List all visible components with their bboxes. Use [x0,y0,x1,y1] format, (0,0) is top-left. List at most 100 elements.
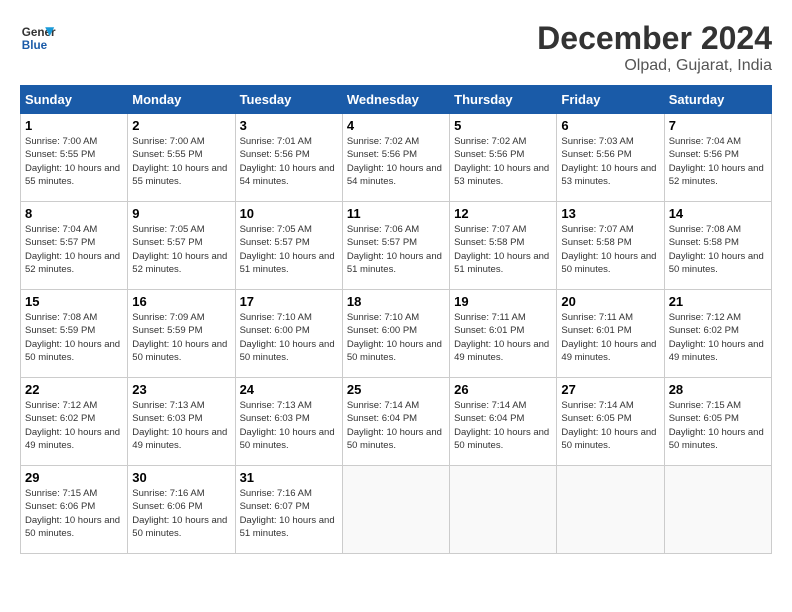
svg-text:Blue: Blue [22,39,48,52]
day-number: 28 [669,382,767,397]
day-number: 22 [25,382,123,397]
calendar-cell: 11 Sunrise: 7:06 AMSunset: 5:57 PMDayligh… [342,202,449,290]
header-saturday: Saturday [664,86,771,114]
day-number: 1 [25,118,123,133]
day-info: Sunrise: 7:04 AMSunset: 5:56 PMDaylight:… [669,135,767,188]
day-number: 12 [454,206,552,221]
calendar-cell: 26 Sunrise: 7:14 AMSunset: 6:04 PMDayligh… [450,378,557,466]
day-info: Sunrise: 7:07 AMSunset: 5:58 PMDaylight:… [454,223,552,276]
day-info: Sunrise: 7:13 AMSunset: 6:03 PMDaylight:… [240,399,338,452]
month-title: December 2024 [537,20,772,57]
calendar-cell: 24Sunrise: 7:13 AMSunset: 6:03 PMDayligh… [235,378,342,466]
calendar-cell: 3 Sunrise: 7:01 AMSunset: 5:56 PMDaylight… [235,114,342,202]
day-number: 11 [347,206,445,221]
day-number: 25 [347,382,445,397]
page-header: General Blue December 2024 Olpad, Gujara… [20,20,772,75]
day-info: Sunrise: 7:16 AMSunset: 6:06 PMDaylight:… [132,487,230,540]
day-number: 30 [132,470,230,485]
calendar-week-row: 29 Sunrise: 7:15 AMSunset: 6:06 PMDayligh… [21,466,772,554]
day-number: 23 [132,382,230,397]
day-info: Sunrise: 7:02 AMSunset: 5:56 PMDaylight:… [347,135,445,188]
calendar-week-row: 8 Sunrise: 7:04 AMSunset: 5:57 PMDaylight… [21,202,772,290]
calendar-cell: 6Sunrise: 7:03 AMSunset: 5:56 PMDaylight… [557,114,664,202]
calendar-cell: 4 Sunrise: 7:02 AMSunset: 5:56 PMDaylight… [342,114,449,202]
day-info: Sunrise: 7:10 AMSunset: 6:00 PMDaylight:… [347,311,445,364]
day-number: 3 [240,118,338,133]
calendar-cell [664,466,771,554]
day-number: 31 [240,470,338,485]
day-number: 18 [347,294,445,309]
day-number: 20 [561,294,659,309]
calendar-cell: 25 Sunrise: 7:14 AMSunset: 6:04 PMDayligh… [342,378,449,466]
day-number: 4 [347,118,445,133]
day-number: 5 [454,118,552,133]
calendar-cell: 17 Sunrise: 7:10 AMSunset: 6:00 PMDayligh… [235,290,342,378]
calendar-week-row: 1 Sunrise: 7:00 AMSunset: 5:55 PMDaylight… [21,114,772,202]
calendar-cell: 2 Sunrise: 7:00 AMSunset: 5:55 PMDaylight… [128,114,235,202]
calendar-cell: 21 Sunrise: 7:12 AMSunset: 6:02 PMDayligh… [664,290,771,378]
day-info: Sunrise: 7:01 AMSunset: 5:56 PMDaylight:… [240,135,338,188]
header-friday: Friday [557,86,664,114]
day-info: Sunrise: 7:08 AMSunset: 5:59 PMDaylight:… [25,311,123,364]
calendar-cell: 28 Sunrise: 7:15 AMSunset: 6:05 PMDayligh… [664,378,771,466]
day-info: Sunrise: 7:14 AMSunset: 6:04 PMDaylight:… [454,399,552,452]
day-number: 29 [25,470,123,485]
day-number: 17 [240,294,338,309]
calendar-cell: 1 Sunrise: 7:00 AMSunset: 5:55 PMDaylight… [21,114,128,202]
logo: General Blue [20,20,56,56]
day-number: 10 [240,206,338,221]
calendar-cell: 5 Sunrise: 7:02 AMSunset: 5:56 PMDaylight… [450,114,557,202]
day-info: Sunrise: 7:14 AMSunset: 6:05 PMDaylight:… [561,399,659,452]
day-number: 7 [669,118,767,133]
day-info: Sunrise: 7:15 AMSunset: 6:05 PMDaylight:… [669,399,767,452]
calendar-table: Sunday Monday Tuesday Wednesday Thursday… [20,85,772,554]
weekday-header-row: Sunday Monday Tuesday Wednesday Thursday… [21,86,772,114]
calendar-cell: 23Sunrise: 7:13 AMSunset: 6:03 PMDayligh… [128,378,235,466]
calendar-cell: 30 Sunrise: 7:16 AMSunset: 6:06 PMDayligh… [128,466,235,554]
calendar-cell: 15Sunrise: 7:08 AMSunset: 5:59 PMDayligh… [21,290,128,378]
calendar-cell: 19Sunrise: 7:11 AMSunset: 6:01 PMDayligh… [450,290,557,378]
location: Olpad, Gujarat, India [537,57,772,75]
calendar-cell: 14 Sunrise: 7:08 AMSunset: 5:58 PMDayligh… [664,202,771,290]
logo-icon: General Blue [20,20,56,56]
calendar-cell: 16Sunrise: 7:09 AMSunset: 5:59 PMDayligh… [128,290,235,378]
day-info: Sunrise: 7:05 AMSunset: 5:57 PMDaylight:… [240,223,338,276]
day-info: Sunrise: 7:02 AMSunset: 5:56 PMDaylight:… [454,135,552,188]
day-number: 21 [669,294,767,309]
calendar-cell: 22Sunrise: 7:12 AMSunset: 6:02 PMDayligh… [21,378,128,466]
day-info: Sunrise: 7:12 AMSunset: 6:02 PMDaylight:… [669,311,767,364]
day-info: Sunrise: 7:15 AMSunset: 6:06 PMDaylight:… [25,487,123,540]
header-sunday: Sunday [21,86,128,114]
calendar-cell [557,466,664,554]
day-number: 8 [25,206,123,221]
calendar-cell [342,466,449,554]
title-block: December 2024 Olpad, Gujarat, India [537,20,772,75]
day-number: 14 [669,206,767,221]
header-thursday: Thursday [450,86,557,114]
day-info: Sunrise: 7:00 AMSunset: 5:55 PMDaylight:… [132,135,230,188]
day-info: Sunrise: 7:11 AMSunset: 6:01 PMDaylight:… [561,311,659,364]
day-info: Sunrise: 7:07 AMSunset: 5:58 PMDaylight:… [561,223,659,276]
header-wednesday: Wednesday [342,86,449,114]
calendar-cell: 9 Sunrise: 7:05 AMSunset: 5:57 PMDaylight… [128,202,235,290]
calendar-cell: 13Sunrise: 7:07 AMSunset: 5:58 PMDayligh… [557,202,664,290]
day-number: 19 [454,294,552,309]
day-info: Sunrise: 7:04 AMSunset: 5:57 PMDaylight:… [25,223,123,276]
day-number: 9 [132,206,230,221]
header-tuesday: Tuesday [235,86,342,114]
day-info: Sunrise: 7:06 AMSunset: 5:57 PMDaylight:… [347,223,445,276]
calendar-cell: 20 Sunrise: 7:11 AMSunset: 6:01 PMDayligh… [557,290,664,378]
day-info: Sunrise: 7:03 AMSunset: 5:56 PMDaylight:… [561,135,659,188]
day-info: Sunrise: 7:08 AMSunset: 5:58 PMDaylight:… [669,223,767,276]
calendar-cell [450,466,557,554]
calendar-cell: 27Sunrise: 7:14 AMSunset: 6:05 PMDayligh… [557,378,664,466]
calendar-week-row: 22Sunrise: 7:12 AMSunset: 6:02 PMDayligh… [21,378,772,466]
day-info: Sunrise: 7:14 AMSunset: 6:04 PMDaylight:… [347,399,445,452]
day-info: Sunrise: 7:09 AMSunset: 5:59 PMDaylight:… [132,311,230,364]
day-info: Sunrise: 7:00 AMSunset: 5:55 PMDaylight:… [25,135,123,188]
day-number: 26 [454,382,552,397]
day-number: 2 [132,118,230,133]
day-info: Sunrise: 7:16 AMSunset: 6:07 PMDaylight:… [240,487,338,540]
day-info: Sunrise: 7:10 AMSunset: 6:00 PMDaylight:… [240,311,338,364]
day-info: Sunrise: 7:05 AMSunset: 5:57 PMDaylight:… [132,223,230,276]
